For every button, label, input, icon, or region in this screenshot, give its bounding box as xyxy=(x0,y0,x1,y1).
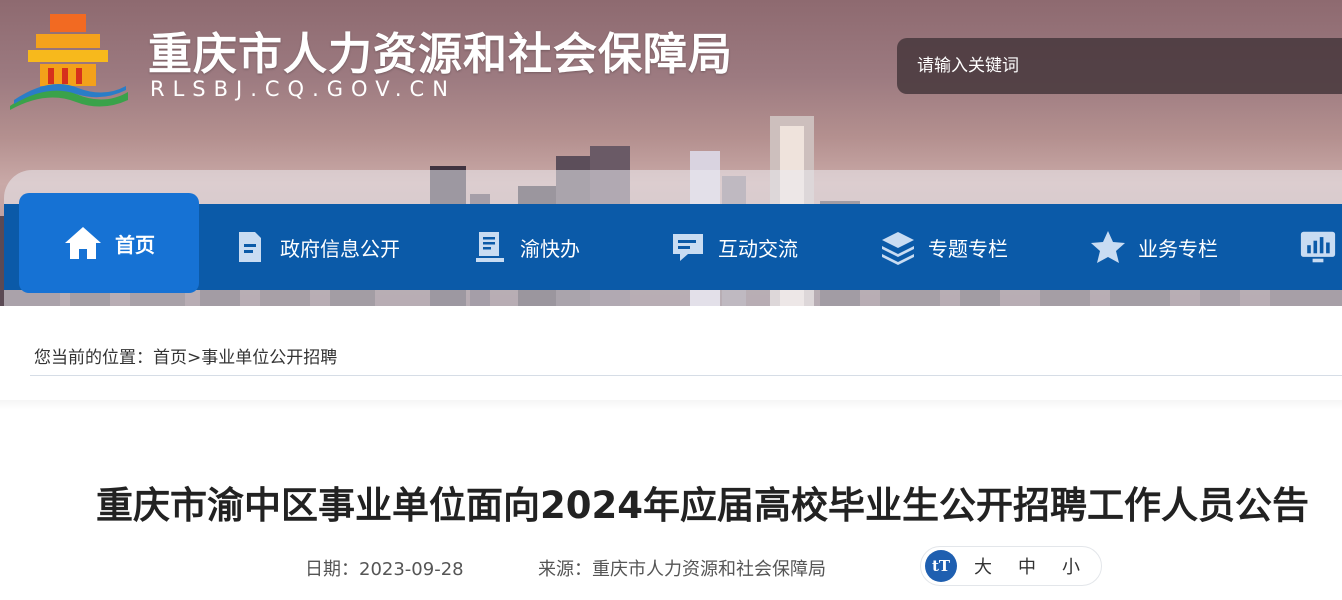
chat-bubble-icon xyxy=(673,234,703,261)
document-icon xyxy=(239,232,261,262)
nav-item-topics[interactable]: 专题专栏 xyxy=(880,204,1008,290)
article-date: 日期：2023-09-28 xyxy=(305,559,464,580)
nav-label-topics: 专题专栏 xyxy=(928,236,1008,261)
nav-item-business[interactable]: 业务专栏 xyxy=(1090,204,1218,290)
search-box[interactable] xyxy=(897,38,1342,94)
breadcrumb-home-link[interactable]: 首页 xyxy=(153,348,187,368)
font-size-icon: tT xyxy=(925,550,957,582)
article-title: 重庆市渝中区事业单位面向2024年应届高校毕业生公开招聘工作人员公告 xyxy=(96,484,1309,527)
article-source: 来源：重庆市人力资源和社会保障局 xyxy=(538,559,826,580)
monitor-chart-icon xyxy=(1300,231,1336,263)
nav-item-gov-info[interactable]: 政府信息公开 xyxy=(232,204,400,290)
layers-icon xyxy=(882,232,914,265)
font-size-switcher: tT 大 中 小 xyxy=(920,546,1102,586)
font-size-small-button[interactable]: 小 xyxy=(1062,553,1080,579)
nav-item-yukuaiban[interactable]: 渝快办 xyxy=(472,204,580,290)
nav-label-business: 业务专栏 xyxy=(1138,236,1218,261)
content-divider-shadow xyxy=(0,400,1342,410)
breadcrumb-divider xyxy=(30,375,1342,376)
breadcrumb-current[interactable]: 事业单位公开招聘 xyxy=(201,348,337,368)
font-size-medium-button[interactable]: 中 xyxy=(1018,553,1036,579)
nav-item-data[interactable] xyxy=(1300,204,1342,290)
nav-label-home: 首页 xyxy=(115,232,155,257)
main-nav: 首页 政府信息公开 渝快办 互动交流 专题专栏 业务专栏 xyxy=(4,193,1342,293)
nav-item-home[interactable]: 首页 xyxy=(19,193,199,293)
home-icon xyxy=(65,227,101,259)
font-size-large-button[interactable]: 大 xyxy=(974,553,992,579)
star-icon xyxy=(1091,231,1125,263)
book-stack-icon xyxy=(476,232,504,262)
nav-label-gov-info: 政府信息公开 xyxy=(280,236,400,261)
breadcrumb-prefix: 您当前的位置： xyxy=(34,348,153,368)
search-input[interactable] xyxy=(917,56,1342,76)
site-title: 重庆市人力资源和社会保障局 xyxy=(148,29,733,80)
nav-label-yukuaiban: 渝快办 xyxy=(520,236,580,261)
breadcrumb-separator: > xyxy=(187,348,202,368)
site-domain: RLSBJ.CQ.GOV.CN xyxy=(150,77,456,101)
nav-item-interaction[interactable]: 互动交流 xyxy=(670,204,798,290)
emblem-logo-icon xyxy=(10,14,128,110)
breadcrumb: 您当前的位置：首页>事业单位公开招聘 xyxy=(34,343,337,368)
nav-label-interaction: 互动交流 xyxy=(718,236,798,261)
